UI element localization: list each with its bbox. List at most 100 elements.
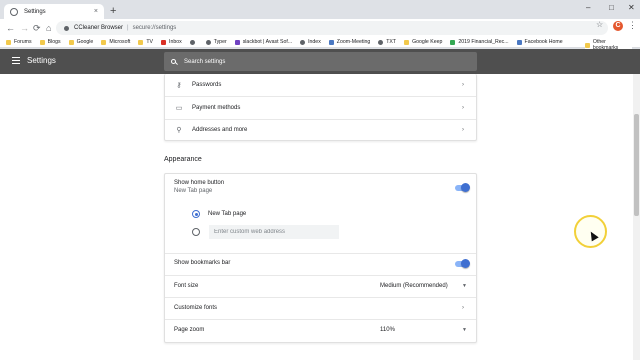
bookmark-label: Google Keep	[412, 39, 443, 45]
custom-web-address-input[interactable]	[209, 225, 339, 239]
show-home-button-label: Show home button	[174, 180, 225, 186]
chevron-right-icon[interactable]: ›	[462, 305, 464, 311]
browser-toolbar: ← → ⟳ ⌂ CCleaner Browser | secure://sett…	[0, 19, 640, 37]
passwords-row[interactable]: ⚷ Passwords ›	[165, 74, 476, 96]
dropdown-caret-icon: ▼	[462, 283, 467, 289]
bookmarks-bar: Forums Blogs Google Microsoft TV Inbox T…	[0, 37, 640, 48]
home-button-sublabel: New Tab page	[174, 188, 213, 194]
addresses-row[interactable]: ⚲ Addresses and more ›	[165, 119, 476, 141]
page-zoom-value: 110%	[380, 327, 395, 333]
key-icon: ⚷	[176, 82, 182, 89]
page-title: Settings	[27, 56, 56, 65]
globe-icon	[300, 39, 306, 45]
bookmarks-bar-toggle[interactable]	[455, 259, 470, 268]
globe-icon	[189, 39, 195, 45]
bookmark-forums[interactable]: Forums	[6, 39, 32, 45]
reload-button[interactable]: ⟳	[33, 22, 41, 34]
bookmark-label: Facebook Home	[524, 39, 563, 45]
bookmark-microsoft[interactable]: Microsoft	[101, 39, 130, 45]
home-button[interactable]: ⌂	[46, 22, 51, 34]
payment-methods-row[interactable]: ▭ Payment methods ›	[165, 97, 476, 119]
bookmark-star-icon[interactable]: ☆	[596, 20, 603, 29]
folder-icon	[6, 39, 11, 45]
bookmark-google[interactable]: Google	[68, 39, 94, 45]
browser-menu-button[interactable]: ⋮	[628, 20, 637, 31]
ccleaner-extension-icon[interactable]: C	[613, 21, 623, 31]
appearance-card: Show home button New Tab page New Tab pa…	[164, 173, 477, 343]
document-icon	[450, 39, 456, 45]
bookmark-typer[interactable]: Typer	[205, 39, 227, 45]
bookmark-globe[interactable]	[189, 39, 198, 45]
forward-button[interactable]: →	[20, 22, 29, 34]
site-info-icon[interactable]	[64, 25, 69, 31]
bookmark-google-keep[interactable]: Google Keep	[404, 39, 442, 45]
address-separator: |	[127, 25, 129, 31]
globe-icon	[205, 39, 211, 45]
bookmark-label: Index	[308, 39, 321, 45]
bookmark-tv[interactable]: TV	[138, 39, 153, 45]
page-zoom-select[interactable]: 110% ▼	[378, 324, 471, 336]
hamburger-menu-icon[interactable]	[12, 57, 20, 64]
divider	[165, 297, 476, 298]
bookmark-label: Google	[76, 39, 94, 45]
font-size-value: Medium (Recommended)	[380, 283, 448, 289]
address-bar[interactable]: CCleaner Browser | secure://settings	[56, 21, 608, 35]
customize-fonts-label[interactable]: Customize fonts	[174, 305, 217, 311]
mail-icon	[161, 39, 166, 45]
bookmark-label: TXT	[386, 39, 397, 45]
bookmark-zoom[interactable]: Zoom-Meeting	[328, 39, 371, 45]
appearance-heading: Appearance	[164, 156, 202, 163]
home-button-toggle[interactable]	[455, 183, 470, 192]
close-tab-icon[interactable]: ×	[94, 8, 98, 15]
slack-icon	[234, 39, 240, 45]
show-bookmarks-bar-label: Show bookmarks bar	[174, 260, 231, 266]
bookmark-label: Typer	[213, 39, 227, 45]
tab-strip: Settings × + – □ ✕	[0, 0, 640, 19]
folder-icon	[39, 39, 45, 45]
search-settings-input[interactable]: Search settings	[164, 52, 477, 71]
folder-icon	[68, 39, 74, 45]
page-zoom-label: Page zoom	[174, 327, 205, 333]
back-button[interactable]: ←	[6, 22, 15, 34]
chevron-right-icon: ›	[462, 82, 464, 88]
folder-icon	[138, 39, 144, 45]
bookmark-label: Microsoft	[109, 39, 131, 45]
bookmark-label: slackbot | Avast Sof...	[242, 39, 293, 45]
payment-methods-label: Payment methods	[192, 105, 241, 111]
bookmark-facebook[interactable]: Facebook Home	[516, 39, 563, 45]
location-pin-icon: ⚲	[176, 127, 182, 134]
maximize-button[interactable]: □	[609, 3, 614, 12]
bookmark-financial[interactable]: 2019 Financial_Rec...	[450, 39, 509, 45]
bookmark-label: Zoom-Meeting	[336, 39, 371, 45]
tab-settings[interactable]: Settings ×	[4, 4, 104, 19]
dropdown-caret-icon: ▼	[462, 327, 467, 333]
folder-icon	[585, 42, 590, 48]
address-url: secure://settings	[132, 25, 177, 31]
divider	[165, 319, 476, 320]
scrollbar-thumb[interactable]	[634, 114, 639, 216]
folder-icon	[101, 39, 107, 45]
minimize-button[interactable]: –	[586, 3, 590, 12]
chevron-right-icon: ›	[462, 127, 464, 133]
bookmark-slackbot[interactable]: slackbot | Avast Sof...	[234, 39, 293, 45]
bookmark-index[interactable]: Index	[300, 39, 321, 45]
new-tab-button[interactable]: +	[110, 6, 116, 17]
font-size-select[interactable]: Medium (Recommended) ▼	[378, 280, 471, 292]
bookmark-blogs[interactable]: Blogs	[39, 39, 61, 45]
new-tab-page-radio[interactable]	[192, 210, 200, 218]
font-size-label: Font size	[174, 283, 199, 289]
keep-icon	[404, 39, 410, 45]
bookmark-label: Blogs	[47, 39, 61, 45]
passwords-label: Passwords	[192, 82, 222, 88]
browser-name: CCleaner Browser	[74, 25, 124, 31]
close-window-button[interactable]: ✕	[628, 3, 635, 12]
bookmark-inbox[interactable]: Inbox	[161, 39, 182, 45]
search-icon	[171, 59, 176, 64]
new-tab-page-radio-label: New Tab page	[208, 211, 247, 217]
addresses-label: Addresses and more	[192, 127, 248, 133]
chevron-right-icon: ›	[462, 105, 464, 111]
bookmark-txt[interactable]: TXT	[378, 39, 396, 45]
custom-address-radio[interactable]	[192, 228, 200, 236]
zoom-icon	[328, 39, 334, 45]
facebook-icon	[516, 39, 522, 45]
